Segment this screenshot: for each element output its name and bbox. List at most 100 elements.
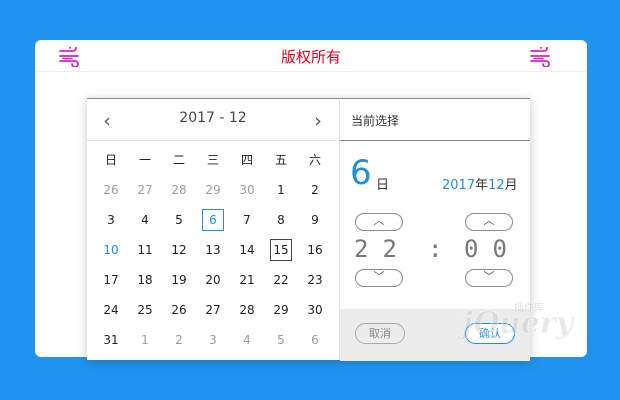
day-cell[interactable]: 2: [298, 175, 332, 205]
day-cell[interactable]: 21: [230, 265, 264, 295]
confirm-button[interactable]: 确认: [465, 323, 515, 344]
day-cell[interactable]: 10: [94, 235, 128, 265]
year-suffix: 年: [475, 178, 489, 193]
weekday-label: 五: [274, 153, 287, 167]
action-bar: 取消 确认: [340, 309, 530, 361]
day-cell[interactable]: 27: [128, 175, 162, 205]
day-cell[interactable]: 16: [298, 235, 332, 265]
time-separator: :: [428, 235, 443, 263]
day-number: 5: [175, 213, 183, 227]
day-cell[interactable]: 23: [298, 265, 332, 295]
banner-bar: 版权所有: [35, 40, 587, 72]
day-number: 13: [205, 243, 221, 257]
day-number: 3: [209, 333, 217, 347]
day-cell[interactable]: 4: [230, 325, 264, 355]
day-cell[interactable]: 11: [128, 235, 162, 265]
day-cell[interactable]: 2: [162, 325, 196, 355]
hour-down-button[interactable]: ﹀: [355, 269, 403, 287]
day-cell[interactable]: 31: [94, 325, 128, 355]
day-cell[interactable]: 14: [230, 235, 264, 265]
day-cell[interactable]: 30: [230, 175, 264, 205]
day-number: 5: [277, 333, 285, 347]
hour-up-button[interactable]: ︿: [355, 213, 403, 231]
day-cell[interactable]: 12: [162, 235, 196, 265]
date-time-picker: ‹ 2017 - 12 › 日一二三四五六 26 27 28 29 30 1 2 3 4 5 6 7 8…: [87, 98, 530, 361]
day-number: 20: [205, 273, 221, 287]
weekday-label: 日: [104, 153, 117, 167]
day-number: 2: [311, 183, 319, 197]
year-month-title[interactable]: 2017 - 12: [147, 110, 279, 126]
selected-month: 12: [488, 178, 505, 193]
day-cell[interactable]: 28: [162, 175, 196, 205]
day-cell-today[interactable]: 15: [264, 235, 298, 265]
day-grid: 26 27 28 29 30 1 2 3 4 5 6 7 8 9 10 11 12 13 14 15 16 17 18 19 2…: [94, 175, 332, 355]
day-cell[interactable]: 29: [264, 295, 298, 325]
day-cell[interactable]: 26: [162, 295, 196, 325]
day-number: 6: [202, 209, 224, 231]
weekday-label: 六: [308, 153, 321, 167]
day-number: 12: [171, 243, 187, 257]
day-cell[interactable]: 1: [264, 175, 298, 205]
day-number: 23: [307, 273, 323, 287]
day-cell[interactable]: 4: [128, 205, 162, 235]
next-month-button[interactable]: ›: [309, 110, 327, 132]
day-cell[interactable]: 9: [298, 205, 332, 235]
day-number: 18: [137, 273, 153, 287]
day-cell[interactable]: 5: [264, 325, 298, 355]
day-cell[interactable]: 22: [264, 265, 298, 295]
day-number: 17: [103, 273, 119, 287]
day-cell[interactable]: 7: [230, 205, 264, 235]
day-cell[interactable]: 27: [196, 295, 230, 325]
weekday-label: 四: [240, 153, 253, 167]
day-cell[interactable]: 19: [162, 265, 196, 295]
day-number: 21: [239, 273, 255, 287]
day-number: 30: [307, 303, 323, 317]
day-cell[interactable]: 24: [94, 295, 128, 325]
day-cell-selected[interactable]: 6: [196, 205, 230, 235]
day-cell[interactable]: 3: [196, 325, 230, 355]
day-cell[interactable]: 20: [196, 265, 230, 295]
day-cell[interactable]: 6: [298, 325, 332, 355]
calendar-header: ‹ 2017 - 12 ›: [87, 99, 339, 141]
day-cell[interactable]: 18: [128, 265, 162, 295]
day-number: 27: [205, 303, 221, 317]
day-cell[interactable]: 1: [128, 325, 162, 355]
day-number: 10: [103, 243, 119, 257]
weekday-label: 一: [138, 153, 151, 167]
cancel-button[interactable]: 取消: [355, 323, 405, 344]
day-number: 6: [311, 333, 319, 347]
minute-value: 00: [464, 235, 521, 263]
day-cell[interactable]: 29: [196, 175, 230, 205]
day-cell[interactable]: 5: [162, 205, 196, 235]
day-number: 26: [171, 303, 187, 317]
day-cell[interactable]: 8: [264, 205, 298, 235]
day-cell[interactable]: 3: [94, 205, 128, 235]
day-number: 27: [137, 183, 153, 197]
selected-day: 6: [350, 153, 372, 193]
day-number: 4: [141, 213, 149, 227]
day-cell[interactable]: 13: [196, 235, 230, 265]
minute-down-button[interactable]: ﹀: [465, 269, 513, 287]
day-number: 9: [311, 213, 319, 227]
day-number: 16: [307, 243, 323, 257]
hour-value: 22: [354, 235, 411, 263]
day-number: 8: [277, 213, 285, 227]
day-number: 7: [243, 213, 251, 227]
day-cell[interactable]: 30: [298, 295, 332, 325]
weekday-label: 二: [172, 153, 185, 167]
selection-header: 当前选择: [340, 99, 530, 141]
day-cell[interactable]: 28: [230, 295, 264, 325]
day-number: 26: [103, 183, 119, 197]
wind-icon[interactable]: [529, 47, 553, 67]
day-number: 29: [273, 303, 289, 317]
minute-up-button[interactable]: ︿: [465, 213, 513, 231]
day-cell[interactable]: 17: [94, 265, 128, 295]
prev-month-button[interactable]: ‹: [98, 110, 116, 132]
day-number: 19: [171, 273, 187, 287]
day-number: 14: [239, 243, 255, 257]
day-cell[interactable]: 26: [94, 175, 128, 205]
selected-day-unit: 日: [376, 178, 390, 193]
day-number: 31: [103, 333, 119, 347]
selection-panel: 当前选择 6 日 2017年12月 ︿ 22 : 00 ﹀ ︿ ﹀ 取消 确认: [339, 98, 530, 361]
day-cell[interactable]: 25: [128, 295, 162, 325]
